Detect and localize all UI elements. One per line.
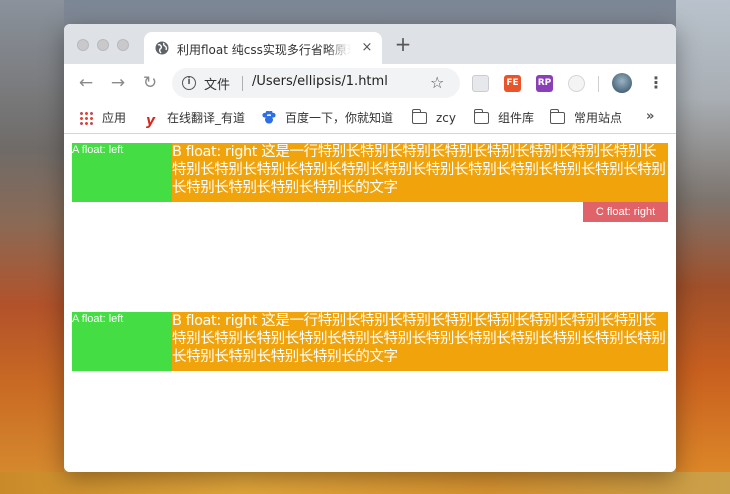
bookmark-folder-zcy[interactable]: zcy <box>411 109 456 127</box>
forward-arrow-icon[interactable]: → <box>108 73 128 93</box>
bookmark-label: 百度一下，你就知道 <box>285 111 394 125</box>
bookmark-label: 在线翻译_有道 <box>167 111 246 125</box>
new-tab-button[interactable]: + <box>394 34 412 54</box>
folder-icon <box>549 109 565 124</box>
profile-avatar[interactable] <box>612 73 632 93</box>
file-scheme-label: 文件 <box>204 78 231 93</box>
apps-icon <box>79 111 93 125</box>
bookmark-folder-components[interactable]: 组件库 <box>473 109 535 127</box>
browser-tab[interactable]: 利用float 纯css实现多行省略原理 × <box>144 32 382 64</box>
page-content: A float: left B float: right 这是一行特别长特别长特… <box>64 135 676 472</box>
tab-close-icon[interactable]: × <box>360 41 374 55</box>
demo-block-with-c: A float: left B float: right 这是一行特别长特别长特… <box>72 143 668 223</box>
minimize-window-button[interactable] <box>97 39 109 51</box>
close-window-button[interactable] <box>77 39 89 51</box>
folder-icon <box>411 109 427 124</box>
menu-icon[interactable]: ⋮ <box>648 73 664 93</box>
title-bar: 利用float 纯css实现多行省略原理 × + <box>64 24 676 64</box>
desktop-wallpaper-bottom <box>0 472 730 494</box>
bookmark-label: 组件库 <box>498 111 535 125</box>
desktop-wallpaper-right <box>676 0 730 494</box>
info-icon[interactable]: i <box>182 76 196 90</box>
rp-icon[interactable]: RP <box>536 75 553 92</box>
globe-icon <box>155 41 169 55</box>
capture-icon[interactable] <box>472 75 489 92</box>
bookmark-star-icon[interactable]: ☆ <box>430 73 444 92</box>
demo-block-without-c: A float: left B float: right 这是一行特别长特别长特… <box>72 312 668 374</box>
bookmarks-bar: 应用 y 在线翻译_有道 百度一下，你就知道 zcy 组件库 常用站点 » <box>64 102 676 134</box>
zoom-window-button[interactable] <box>117 39 129 51</box>
dropper-icon[interactable] <box>568 75 585 92</box>
float-right-box-c: C float: right <box>583 202 668 222</box>
bookmark-youdao[interactable]: y 在线翻译_有道 <box>146 109 246 129</box>
float-right-box-b: B float: right 这是一行特别长特别长特别长特别长特别长特别长特别长… <box>172 143 668 202</box>
toolbar-divider <box>598 76 599 92</box>
bookmark-baidu[interactable]: 百度一下，你就知道 <box>262 109 393 127</box>
browser-toolbar: ← → ↻ i 文件 /Users/ellipsis/1.html ☆ FE R… <box>64 64 676 102</box>
bookmarks-overflow-icon[interactable]: » <box>646 109 654 124</box>
float-left-box-a: A float: left <box>72 143 172 202</box>
bookmark-label: 常用站点 <box>574 111 623 125</box>
browser-window: 利用float 纯css实现多行省略原理 × + ← → ↻ i 文件 /Use… <box>64 24 676 472</box>
address-bar[interactable]: i 文件 /Users/ellipsis/1.html ☆ <box>172 68 460 98</box>
bookmark-folder-sites[interactable]: 常用站点 <box>549 109 623 127</box>
url-text[interactable]: /Users/ellipsis/1.html <box>252 74 388 89</box>
float-left-box-a: A float: left <box>72 312 172 371</box>
bookmark-label: 应用 <box>102 111 127 125</box>
fe-icon[interactable]: FE <box>504 75 521 92</box>
float-right-box-b: B float: right 这是一行特别长特别长特别长特别长特别长特别长特别长… <box>172 312 668 371</box>
youdao-icon: y <box>146 113 156 129</box>
tab-title: 利用float 纯css实现多行省略原理 <box>177 43 351 57</box>
bookmark-apps[interactable]: 应用 <box>79 109 126 127</box>
folder-icon <box>473 109 489 124</box>
url-divider <box>242 76 243 91</box>
desktop-wallpaper-left <box>0 0 64 494</box>
baidu-icon <box>262 111 276 125</box>
reload-icon[interactable]: ↻ <box>140 73 160 93</box>
bookmark-label: zcy <box>436 111 456 125</box>
back-arrow-icon[interactable]: ← <box>76 73 96 93</box>
